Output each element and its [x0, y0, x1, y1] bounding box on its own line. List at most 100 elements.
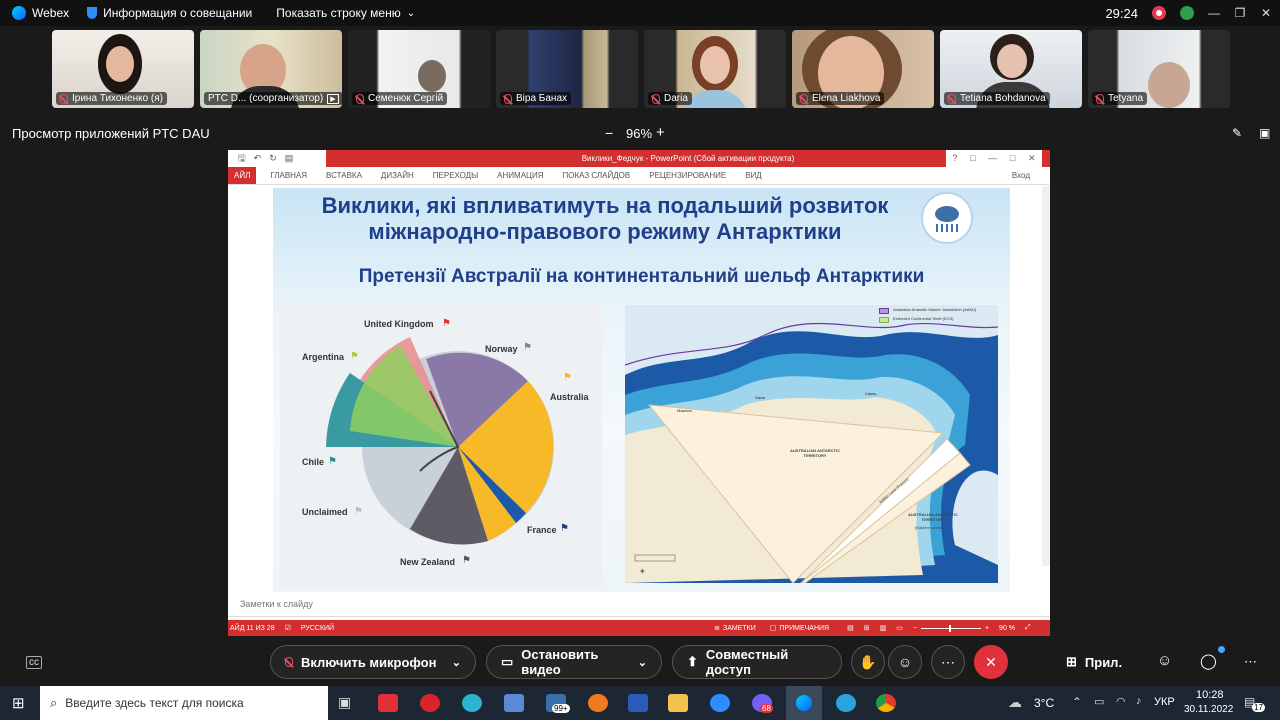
chevron-down-icon[interactable]: ⌄ — [638, 656, 647, 669]
notes-field[interactable]: Заметки к слайду — [240, 599, 313, 609]
minimize-icon[interactable]: — — [1208, 6, 1220, 20]
chat-icon[interactable]: ◯ — [1200, 652, 1217, 670]
show-menu-button[interactable]: Показать строку меню ⌄ — [276, 6, 415, 20]
wps-icon[interactable] — [378, 694, 398, 712]
participant-name: Tetiana Bohdanova — [944, 92, 1050, 105]
tab-animation[interactable]: АНИМАЦИЯ — [497, 171, 543, 180]
status-notes-button[interactable]: ЗАМЕТКИ — [723, 625, 756, 632]
zoom-icon[interactable] — [710, 694, 730, 712]
zoom-out-button[interactable]: − — [605, 125, 613, 141]
telegram-icon[interactable] — [836, 694, 856, 712]
participant-tile[interactable]: Elena Liakhova — [792, 30, 934, 108]
clock-time[interactable]: 10:28 — [1196, 689, 1224, 701]
remote-control-icon[interactable]: ▣ — [1259, 126, 1270, 140]
volume-icon[interactable]: ♪ — [1136, 695, 1142, 707]
participant-tile[interactable]: Семенюк Сергій — [348, 30, 490, 108]
apps-icon: ⊞ — [1066, 654, 1077, 669]
tab-file[interactable]: АЙЛ — [228, 167, 257, 184]
meeting-info-button[interactable]: Информация о совещании — [87, 6, 252, 20]
zoom-slider[interactable] — [920, 624, 981, 632]
participant-tile[interactable]: Ірина Тихоненко (я) — [52, 30, 194, 108]
participant-tile[interactable]: Tetyana — [1088, 30, 1230, 108]
reactions-button[interactable]: ☺ — [888, 645, 922, 679]
status-language[interactable]: РУССКИЙ — [301, 625, 334, 632]
label-chile: Chile — [302, 457, 325, 467]
status-comments-button[interactable]: ПРИМЕЧАНИЯ — [779, 625, 829, 632]
redo-icon[interactable]: ↻ — [269, 153, 277, 164]
notes-icon[interactable]: ≣ — [714, 624, 720, 632]
signin-link[interactable]: Вход — [1012, 171, 1030, 180]
edge-icon[interactable] — [462, 694, 482, 712]
minimize-icon[interactable]: — — [988, 150, 997, 167]
tray-chevron-icon[interactable]: ⌃ — [1072, 695, 1082, 709]
present-icon[interactable]: ▤ — [285, 153, 294, 164]
restore-icon[interactable]: ❐ — [1234, 6, 1246, 20]
network-tray-icon[interactable]: ▭ — [1094, 695, 1104, 708]
save-icon[interactable]: 🖫 — [238, 151, 246, 167]
zoom-out-icon[interactable]: − — [913, 625, 917, 632]
maximize-icon[interactable]: □ — [1010, 150, 1015, 167]
tab-home[interactable]: ГЛАВНАЯ — [270, 171, 307, 180]
chevron-down-icon[interactable]: ⌄ — [452, 656, 461, 669]
tab-transitions[interactable]: ПЕРЕХОДЫ — [433, 171, 478, 180]
taskbar-search[interactable]: ⌕ Введите здесь текст для поиска — [40, 686, 328, 720]
slide-title: Виклики, які впливатимуть на подальший р… — [285, 193, 925, 245]
windows-start-icon[interactable]: ⊞ — [12, 694, 25, 712]
tab-slideshow[interactable]: ПОКАЗ СЛАЙДОВ — [562, 171, 630, 180]
store-icon[interactable] — [504, 694, 524, 712]
close-icon[interactable]: ✕ — [1028, 150, 1036, 167]
participant-tile[interactable]: PTC D... (соорганизатор) ▶ — [200, 30, 342, 108]
vertical-scrollbar[interactable] — [1042, 186, 1050, 566]
tab-review[interactable]: РЕЦЕНЗИРОВАНИЕ — [649, 171, 726, 180]
slide-canvas: Виклики, які впливатимуть на подальший р… — [273, 188, 1010, 592]
sorter-view-icon[interactable]: ⊞ — [864, 624, 870, 632]
weather-temp[interactable]: 3°C — [1034, 696, 1054, 710]
explorer-icon[interactable] — [668, 694, 688, 712]
spellcheck-icon[interactable]: ☑ — [285, 624, 291, 632]
slideshow-view-icon[interactable]: ▭ — [896, 624, 903, 632]
wifi-icon[interactable]: ◠ — [1116, 695, 1126, 708]
annotate-icon[interactable]: ✎ — [1232, 126, 1242, 140]
input-language[interactable]: УКР — [1154, 696, 1175, 708]
help-icon[interactable]: ? — [952, 150, 957, 167]
participant-name-text: Семенюк Сергій — [368, 93, 444, 104]
meeting-info-label: Информация о совещании — [103, 6, 253, 20]
tab-insert[interactable]: ВСТАВКА — [326, 171, 362, 180]
comments-icon[interactable]: ▢ — [770, 624, 777, 632]
opera-icon[interactable] — [420, 694, 440, 712]
normal-view-icon[interactable]: ▤ — [847, 624, 854, 632]
more-options-icon[interactable]: ⋯ — [1244, 654, 1257, 670]
territory-label-1: AUSTRALIAN ANTARCTIC TERRITORY — [790, 448, 840, 458]
reading-view-icon[interactable]: ▥ — [880, 624, 887, 632]
share-button[interactable]: ⬆ Совместный доступ — [672, 645, 842, 679]
raise-hand-button[interactable]: ✋ — [851, 645, 885, 679]
word-icon[interactable] — [628, 694, 648, 712]
video-button[interactable]: ▭ Остановить видео ⌄ — [486, 645, 662, 679]
more-button[interactable]: ⋯ — [931, 645, 965, 679]
apps-button[interactable]: ⊞ Прил. — [1066, 654, 1122, 670]
ribbon-options-icon[interactable]: □ — [970, 150, 975, 167]
participant-tile[interactable]: Віра Банах — [496, 30, 638, 108]
tab-view[interactable]: ВИД — [745, 171, 762, 180]
participant-tile[interactable]: Daria — [644, 30, 786, 108]
zoom-in-icon[interactable]: + — [985, 625, 989, 632]
taskbar-active-webex[interactable] — [786, 686, 822, 720]
zoom-in-button[interactable]: + — [656, 124, 665, 141]
mic-label: Включить микрофон — [301, 654, 437, 670]
participants-icon[interactable]: ☺ — [1157, 652, 1172, 669]
legend-swatch-ecs — [879, 317, 889, 323]
leave-meeting-button[interactable]: ✕ — [974, 645, 1008, 679]
clock-date[interactable]: 30.11.2022 — [1184, 704, 1233, 715]
firefox-icon[interactable] — [588, 694, 608, 712]
participant-face — [418, 60, 446, 92]
undo-icon[interactable]: ↶ — [254, 153, 262, 164]
fit-slide-icon[interactable]: ⤢ — [1025, 624, 1031, 632]
tab-design[interactable]: ДИЗАЙН — [381, 171, 414, 180]
mic-button[interactable]: Включить микрофон ⌄ — [270, 645, 476, 679]
captions-icon[interactable]: cc — [26, 656, 42, 669]
status-zoom[interactable]: 90 % — [999, 625, 1015, 632]
close-window-icon[interactable]: ✕ — [1260, 6, 1272, 20]
chrome-icon[interactable] — [876, 694, 896, 712]
task-view-icon[interactable]: ▣ — [338, 694, 351, 711]
participant-tile[interactable]: Tetiana Bohdanova — [940, 30, 1082, 108]
